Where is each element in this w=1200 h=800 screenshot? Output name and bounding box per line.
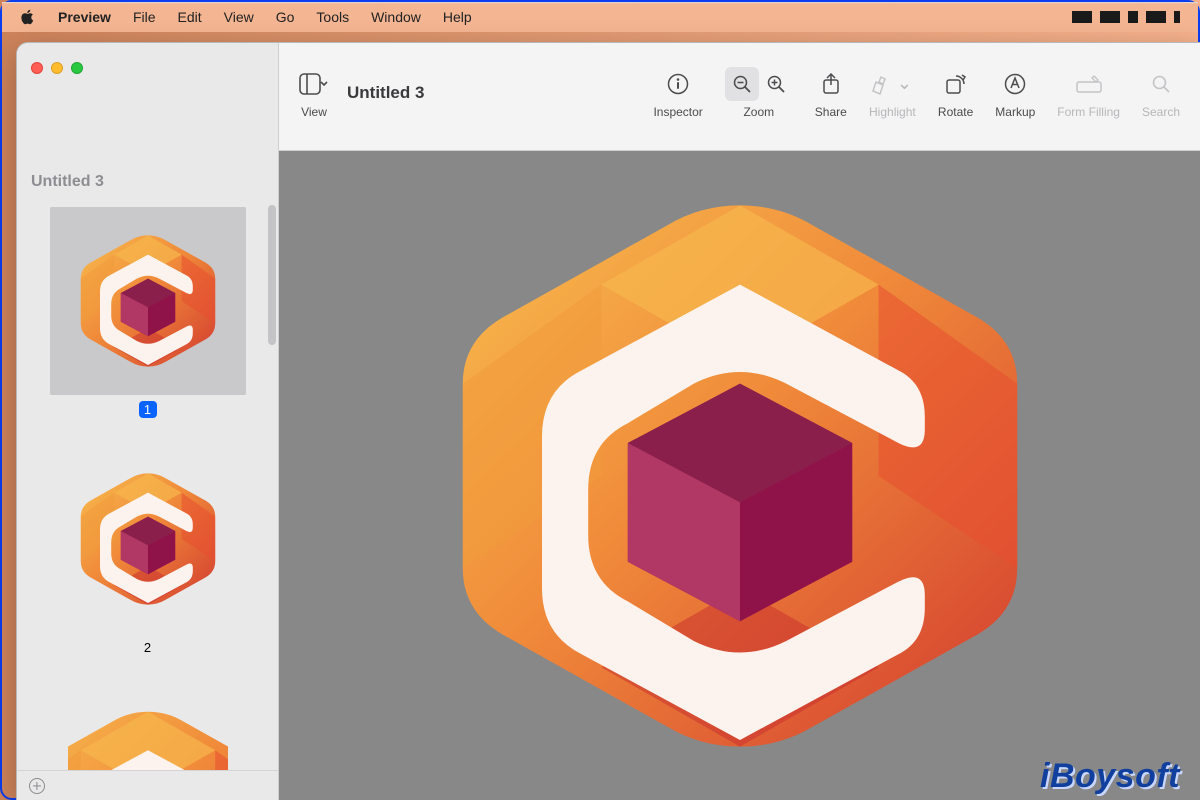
thumbnail-label: 1: [139, 401, 157, 418]
sidebar-footer: [17, 770, 278, 800]
thumbnail-2[interactable]: 2: [33, 445, 262, 657]
menu-help[interactable]: Help: [443, 9, 472, 25]
app-menu[interactable]: Preview: [58, 9, 111, 25]
document-title: Untitled 3: [347, 83, 424, 103]
menubar: Preview File Edit View Go Tools Window H…: [2, 2, 1198, 32]
share-button[interactable]: Share: [815, 67, 847, 119]
menu-view[interactable]: View: [224, 9, 254, 25]
sidebar: Untitled 3 1 2: [17, 43, 279, 800]
sidebar-scrollbar[interactable]: [268, 205, 276, 345]
thumbnail-3[interactable]: [33, 683, 262, 770]
toolbar-label: Search: [1142, 105, 1180, 119]
toolbar-label: Markup: [995, 105, 1035, 119]
menu-go[interactable]: Go: [276, 9, 295, 25]
toolbar-label: Form Filling: [1057, 105, 1120, 119]
menubar-status-area: [1072, 11, 1180, 23]
thumbnail-1[interactable]: 1: [33, 207, 262, 419]
canvas[interactable]: iBoysoft: [279, 151, 1200, 800]
chevron-down-icon[interactable]: ⌄: [893, 69, 916, 98]
rotate-button[interactable]: Rotate: [938, 67, 973, 119]
form-filling-button[interactable]: Form Filling: [1057, 67, 1120, 119]
zoom-in-button[interactable]: [759, 67, 793, 101]
inspector-button[interactable]: Inspector: [653, 67, 702, 119]
search-button[interactable]: Search: [1142, 67, 1180, 119]
thumbnail-label: 2: [139, 639, 157, 656]
add-page-button[interactable]: [29, 778, 45, 794]
preview-window: Untitled 3 1 2: [16, 42, 1200, 800]
zoom-buttons: Zoom: [725, 67, 793, 119]
toolbar-label: Zoom: [743, 105, 774, 119]
zoom-button[interactable]: [71, 62, 83, 74]
menu-file[interactable]: File: [133, 9, 156, 25]
toolbar-label: View: [301, 105, 327, 119]
menu-window[interactable]: Window: [371, 9, 421, 25]
markup-button[interactable]: Markup: [995, 67, 1035, 119]
close-button[interactable]: [31, 62, 43, 74]
toolbar-label: Highlight: [869, 105, 916, 119]
minimize-button[interactable]: [51, 62, 63, 74]
traffic-lights: [31, 62, 83, 74]
toolbar: View Untitled 3 Inspector: [279, 43, 1200, 151]
thumbnail-list[interactable]: 1 2: [17, 199, 278, 770]
image-content: [410, 151, 1070, 800]
toolbar-label: Share: [815, 105, 847, 119]
menu-edit[interactable]: Edit: [178, 9, 202, 25]
highlight-button[interactable]: ⌄ Highlight: [869, 67, 916, 119]
apple-menu-icon[interactable]: [20, 9, 36, 25]
watermark: iBoysoft: [1040, 757, 1180, 796]
sidebar-title: Untitled 3: [17, 93, 278, 199]
menu-tools[interactable]: Tools: [316, 9, 349, 25]
zoom-out-button[interactable]: [725, 67, 759, 101]
view-mode-button[interactable]: View: [299, 67, 329, 119]
toolbar-label: Inspector: [653, 105, 702, 119]
toolbar-label: Rotate: [938, 105, 973, 119]
titlebar-left: [17, 43, 278, 93]
